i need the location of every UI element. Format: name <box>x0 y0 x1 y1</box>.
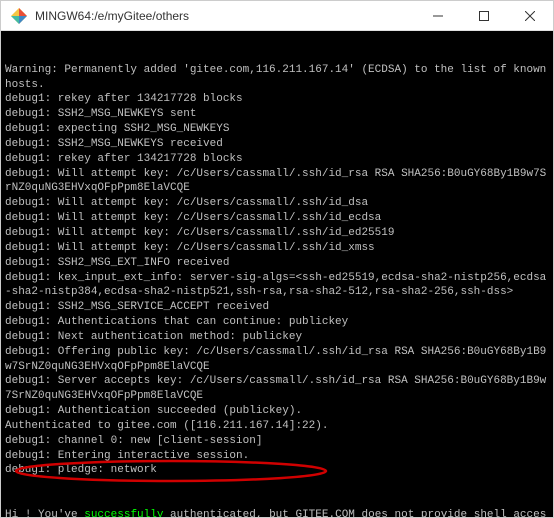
terminal-line: debug1: channel 0: new [client-session] <box>5 434 549 449</box>
success-word: successfully <box>84 509 163 517</box>
title-left: MINGW64:/e/myGitee/others <box>11 8 189 24</box>
terminal-line: debug1: Authentication succeeded (public… <box>5 404 549 419</box>
terminal-window: MINGW64:/e/myGitee/others Warning: Perma… <box>0 0 554 518</box>
terminal-line: debug1: Will attempt key: /c/Users/cassm… <box>5 241 549 256</box>
success-mid1: ! You've <box>25 509 84 517</box>
titlebar: MINGW64:/e/myGitee/others <box>1 1 553 31</box>
terminal-line: debug1: Server accepts key: /c/Users/cas… <box>5 374 549 404</box>
terminal-line: debug1: SSH2_MSG_NEWKEYS received <box>5 137 549 152</box>
maximize-button[interactable] <box>461 1 507 31</box>
terminal-line: debug1: Entering interactive session. <box>5 449 549 464</box>
terminal-line: debug1: kex_input_ext_info: server-sig-a… <box>5 271 549 301</box>
terminal-line: debug1: Will attempt key: /c/Users/cassm… <box>5 196 549 211</box>
terminal-line: debug1: SSH2_MSG_EXT_INFO received <box>5 256 549 271</box>
window-controls <box>415 1 553 31</box>
terminal-body[interactable]: Warning: Permanently added 'gitee.com,11… <box>1 31 553 517</box>
close-button[interactable] <box>507 1 553 31</box>
app-icon <box>11 8 27 24</box>
terminal-line: debug1: Will attempt key: /c/Users/cassm… <box>5 226 549 241</box>
success-prefix: Hi <box>5 509 25 517</box>
terminal-line: Authenticated to gitee.com ([116.211.167… <box>5 419 549 434</box>
terminal-output: Warning: Permanently added 'gitee.com,11… <box>5 63 549 479</box>
terminal-line: debug1: expecting SSH2_MSG_NEWKEYS <box>5 122 549 137</box>
success-line: Hi ! You've successfully authenticated, … <box>5 508 549 517</box>
terminal-line: debug1: Offering public key: /c/Users/ca… <box>5 345 549 375</box>
terminal-line: debug1: pledge: network <box>5 463 549 478</box>
terminal-line: debug1: rekey after 134217728 blocks <box>5 152 549 167</box>
terminal-line: debug1: SSH2_MSG_SERVICE_ACCEPT received <box>5 300 549 315</box>
terminal-line: debug1: rekey after 134217728 blocks <box>5 92 549 107</box>
terminal-line: debug1: Will attempt key: /c/Users/cassm… <box>5 211 549 226</box>
terminal-line: debug1: Authentications that can continu… <box>5 315 549 330</box>
terminal-line: debug1: SSH2_MSG_NEWKEYS sent <box>5 107 549 122</box>
minimize-button[interactable] <box>415 1 461 31</box>
success-mid2: authenticated, <box>163 509 269 517</box>
window-title: MINGW64:/e/myGitee/others <box>35 9 189 23</box>
terminal-line: Warning: Permanently added 'gitee.com,11… <box>5 63 549 93</box>
terminal-line: debug1: Next authentication method: publ… <box>5 330 549 345</box>
terminal-line: debug1: Will attempt key: /c/Users/cassm… <box>5 167 549 197</box>
